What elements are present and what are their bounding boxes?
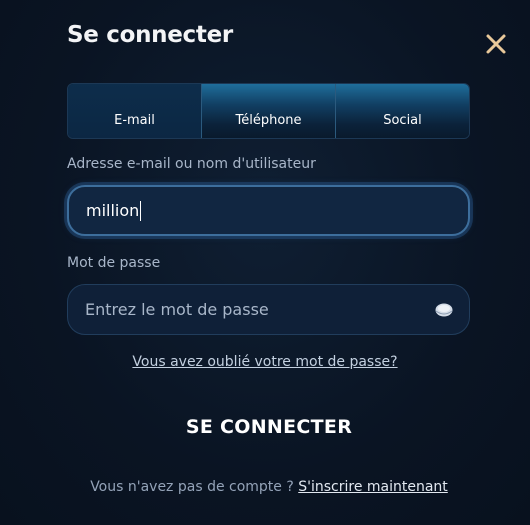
tab-label: Social	[383, 113, 422, 128]
tab-social[interactable]: Social	[335, 84, 469, 138]
email-value: million	[86, 201, 140, 220]
signup-link[interactable]: S'inscrire maintenant	[298, 479, 448, 495]
tab-label: Téléphone	[235, 113, 302, 128]
login-modal: Se connecter E-mail Téléphone Social Adr…	[0, 0, 530, 525]
forgot-password: Vous avez oublié votre mot de passe?	[0, 354, 530, 370]
password-label: Mot de passe	[67, 255, 161, 271]
password-placeholder: Entrez le mot de passe	[85, 300, 269, 319]
password-field[interactable]: Entrez le mot de passe	[67, 284, 470, 335]
signup-prompt: Vous n'avez pas de compte ? S'inscrire m…	[0, 479, 530, 495]
tab-telephone[interactable]: Téléphone	[201, 84, 335, 138]
eye-icon[interactable]	[435, 302, 453, 318]
forgot-password-link[interactable]: Vous avez oublié votre mot de passe?	[132, 354, 397, 370]
email-label: Adresse e-mail ou nom d'utilisateur	[67, 156, 316, 172]
close-icon	[486, 34, 506, 54]
tab-email[interactable]: E-mail	[68, 84, 201, 138]
email-field[interactable]: million	[67, 185, 470, 236]
text-caret	[140, 200, 142, 221]
signup-prompt-text: Vous n'avez pas de compte ?	[90, 479, 299, 495]
tab-label: E-mail	[114, 113, 155, 128]
close-button[interactable]	[483, 31, 509, 57]
modal-title: Se connecter	[67, 22, 233, 48]
login-method-tabs: E-mail Téléphone Social	[67, 83, 470, 139]
login-button[interactable]: SE CONNECTER	[0, 416, 530, 438]
